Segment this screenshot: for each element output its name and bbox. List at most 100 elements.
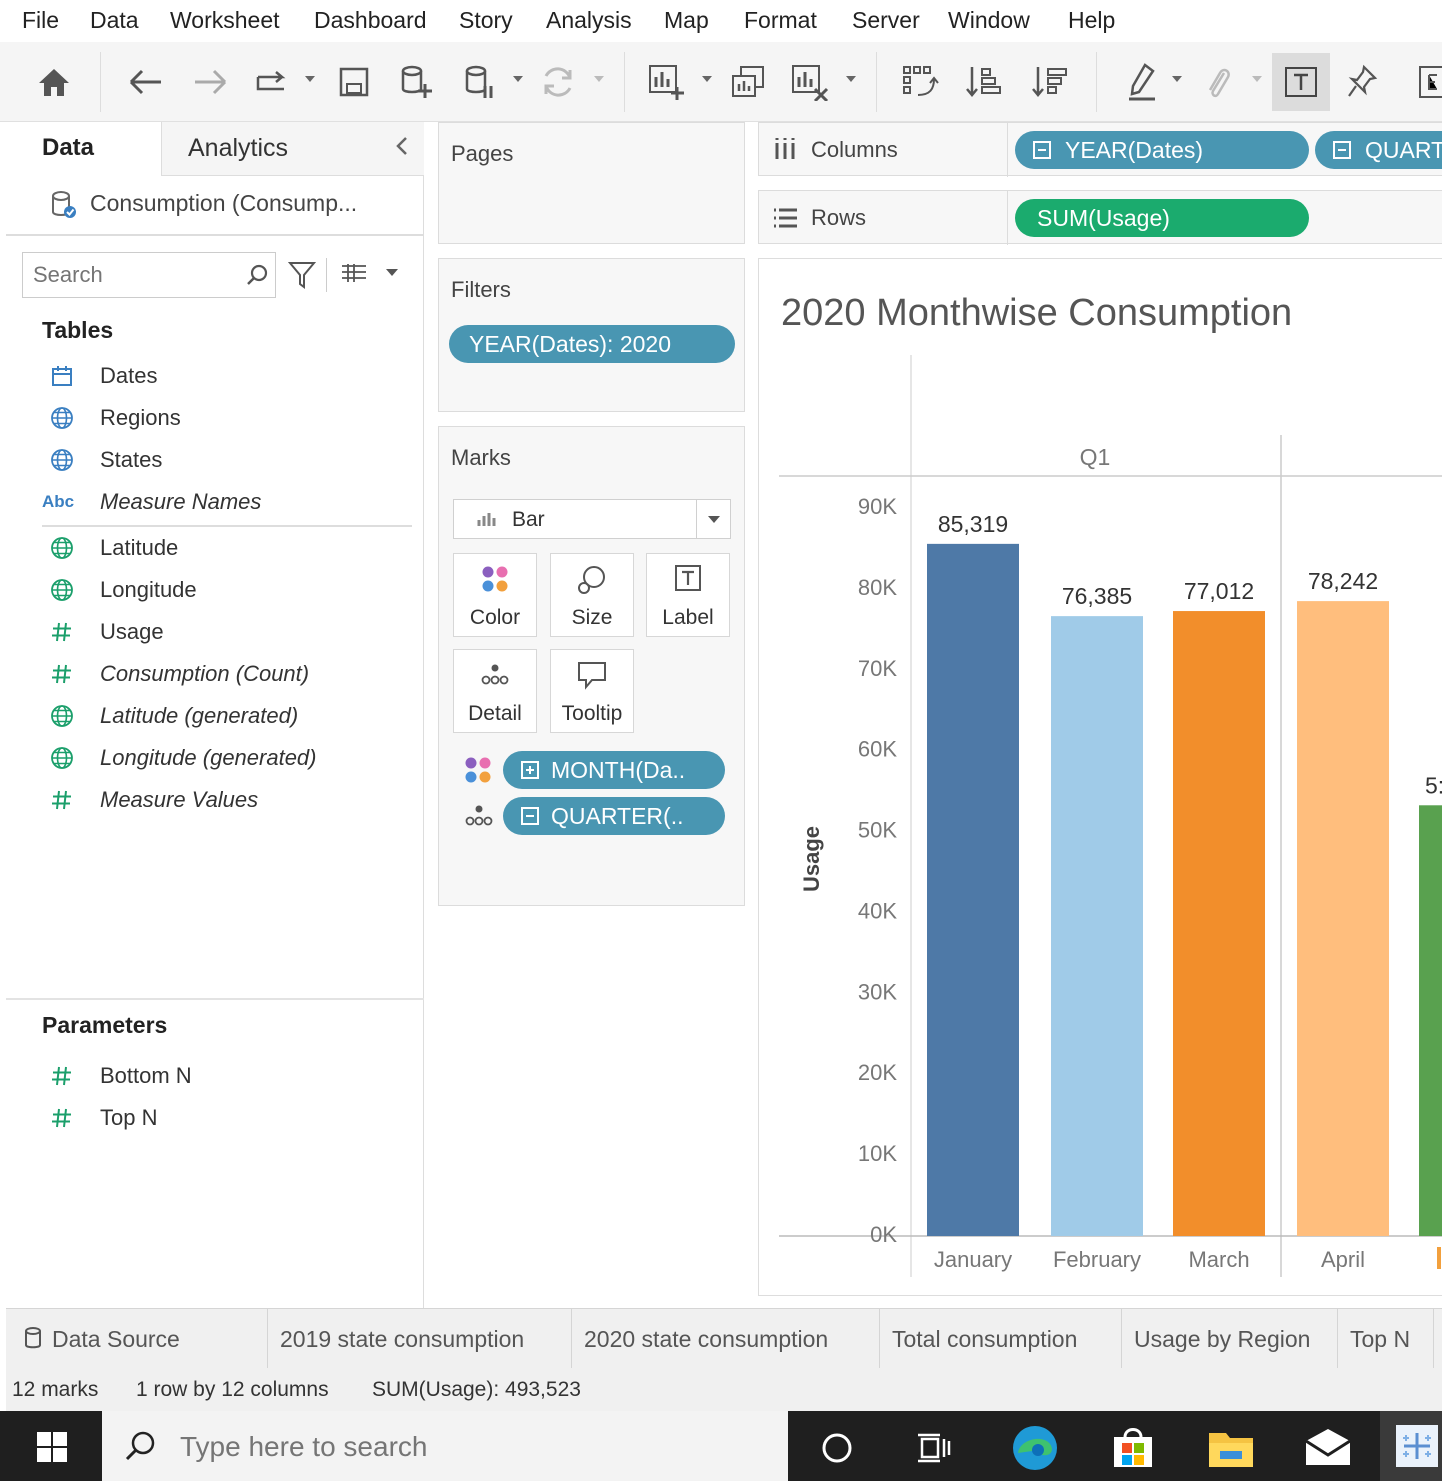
filter-icon[interactable] xyxy=(287,260,317,295)
paperclip-icon[interactable] xyxy=(1196,60,1240,104)
field-item[interactable]: Dates xyxy=(6,358,416,398)
tab-2020-state-consumption[interactable]: 2020 state consumption xyxy=(572,1309,880,1369)
refresh-icon[interactable] xyxy=(536,60,580,104)
chevron-down-icon[interactable] xyxy=(386,269,398,276)
field-item[interactable]: Consumption (Count) xyxy=(6,656,416,696)
bar-february[interactable] xyxy=(1051,616,1143,1236)
menu-map[interactable]: Map xyxy=(664,7,709,34)
parameter-item[interactable]: Top N xyxy=(6,1100,416,1140)
marks-label-button[interactable]: Label xyxy=(646,553,730,637)
columns-pill-quarter[interactable]: QUART xyxy=(1315,131,1442,169)
clear-sheet-icon[interactable] xyxy=(788,60,832,104)
columns-shelf[interactable]: Columns YEAR(Dates) QUART xyxy=(758,122,1442,177)
globe-icon xyxy=(50,406,74,430)
duplicate-sheet-icon[interactable] xyxy=(726,60,770,104)
highlight-icon[interactable] xyxy=(1120,60,1164,104)
field-item[interactable]: Longitude xyxy=(6,572,416,612)
columns-pill-year[interactable]: YEAR(Dates) xyxy=(1015,131,1309,169)
tableau-taskbar-button[interactable] xyxy=(1380,1411,1442,1481)
chevron-down-icon[interactable] xyxy=(1172,76,1182,82)
menu-analysis[interactable]: Analysis xyxy=(546,7,632,34)
field-item[interactable]: Regions xyxy=(6,400,416,440)
tab-top-n[interactable]: Top N xyxy=(1338,1309,1434,1369)
taskbar-search-input[interactable] xyxy=(180,1429,740,1465)
menu-file[interactable]: File xyxy=(22,7,59,34)
tab-usage-by-region[interactable]: Usage by Region xyxy=(1122,1309,1338,1369)
view-list-icon[interactable] xyxy=(340,262,368,291)
mail-icon[interactable] xyxy=(1302,1427,1354,1472)
field-item[interactable]: Measure Values xyxy=(6,782,416,822)
sort-ascending-icon[interactable] xyxy=(962,60,1006,104)
marks-tooltip-button[interactable]: Tooltip xyxy=(550,649,634,733)
new-worksheet-icon[interactable] xyxy=(644,60,688,104)
search-box[interactable] xyxy=(22,252,276,298)
file-explorer-icon[interactable] xyxy=(1206,1425,1256,1476)
tab-data[interactable]: Data xyxy=(6,122,161,176)
marks-color-button[interactable]: Color xyxy=(453,553,537,637)
undo-icon[interactable] xyxy=(124,60,168,104)
bar-april[interactable] xyxy=(1297,601,1389,1236)
search-input[interactable] xyxy=(33,261,233,289)
pin-icon[interactable] xyxy=(1340,60,1384,104)
field-item[interactable]: Latitude (generated) xyxy=(6,698,416,738)
chevron-down-icon[interactable] xyxy=(1252,76,1262,82)
chevron-down-icon[interactable] xyxy=(702,76,712,82)
filters-shelf[interactable]: Filters YEAR(Dates): 2020 xyxy=(438,258,745,412)
edge-browser-icon[interactable] xyxy=(1010,1423,1060,1478)
chart-view: 2020 Monthwise Consumption Q1 90K 80K 70K 60… xyxy=(758,258,1442,1296)
detail-icon xyxy=(463,801,495,836)
parameter-item[interactable]: Bottom N xyxy=(6,1058,416,1098)
menu-story[interactable]: Story xyxy=(459,7,513,34)
tab-analytics[interactable]: Analytics xyxy=(161,122,424,176)
menu-server[interactable]: Server xyxy=(852,7,920,34)
field-item[interactable]: Usage xyxy=(6,614,416,654)
mark-type-select[interactable]: Bar xyxy=(453,499,731,539)
cortana-icon[interactable] xyxy=(820,1431,854,1470)
presentation-icon[interactable] xyxy=(1412,60,1442,104)
pause-updates-icon[interactable] xyxy=(250,60,294,104)
marks-pill-quarter[interactable]: QUARTER(.. xyxy=(503,797,725,835)
sort-descending-icon[interactable] xyxy=(1028,60,1072,104)
field-item[interactable]: States xyxy=(6,442,416,482)
field-item[interactable]: Latitude xyxy=(6,530,416,570)
filter-pill-year[interactable]: YEAR(Dates): 2020 xyxy=(449,325,735,363)
save-icon[interactable] xyxy=(332,60,376,104)
marks-size-button[interactable]: Size xyxy=(550,553,634,637)
bar-partial[interactable] xyxy=(1419,805,1442,1236)
field-item[interactable]: Longitude (generated) xyxy=(6,740,416,780)
bar-march[interactable] xyxy=(1173,611,1265,1236)
menu-worksheet[interactable]: Worksheet xyxy=(170,7,280,34)
windows-start-icon[interactable] xyxy=(36,1431,68,1468)
swap-rows-columns-icon[interactable] xyxy=(898,60,942,104)
menu-dashboard[interactable]: Dashboard xyxy=(314,7,427,34)
show-title-icon[interactable] xyxy=(1272,53,1330,111)
redo-icon[interactable] xyxy=(188,60,232,104)
microsoft-store-icon[interactable] xyxy=(1108,1423,1158,1478)
taskbar-search-box[interactable] xyxy=(102,1411,788,1481)
collapse-pane-icon[interactable] xyxy=(394,134,410,163)
datasource-row[interactable]: Consumption (Consump... xyxy=(6,176,424,236)
chevron-down-icon[interactable] xyxy=(513,76,523,82)
chevron-down-icon[interactable] xyxy=(846,76,856,82)
menu-help[interactable]: Help xyxy=(1068,7,1115,34)
field-label: Consumption (Count) xyxy=(100,661,310,686)
home-icon[interactable] xyxy=(32,60,76,104)
chevron-down-icon[interactable] xyxy=(594,76,604,82)
pause-datasource-icon[interactable] xyxy=(458,60,502,104)
field-item[interactable]: Abc Measure Names xyxy=(6,484,416,524)
new-datasource-icon[interactable] xyxy=(394,60,438,104)
rows-shelf[interactable]: Rows SUM(Usage) xyxy=(758,190,1442,245)
chevron-down-icon[interactable] xyxy=(305,76,315,82)
menu-format[interactable]: Format xyxy=(744,7,817,34)
task-view-icon[interactable] xyxy=(916,1431,952,1470)
bar-january[interactable] xyxy=(927,543,1019,1236)
tab-data-source[interactable]: Data Source xyxy=(6,1309,268,1369)
tab-2019-state-consumption[interactable]: 2019 state consumption xyxy=(268,1309,572,1369)
tab-total-consumption[interactable]: Total consumption xyxy=(880,1309,1122,1369)
menu-data[interactable]: Data xyxy=(90,7,139,34)
marks-detail-button[interactable]: Detail xyxy=(453,649,537,733)
menu-window[interactable]: Window xyxy=(948,7,1030,34)
rows-pill-sum-usage[interactable]: SUM(Usage) xyxy=(1015,199,1309,237)
marks-pill-month[interactable]: MONTH(Da.. xyxy=(503,751,725,789)
pages-shelf[interactable]: Pages xyxy=(438,122,745,244)
